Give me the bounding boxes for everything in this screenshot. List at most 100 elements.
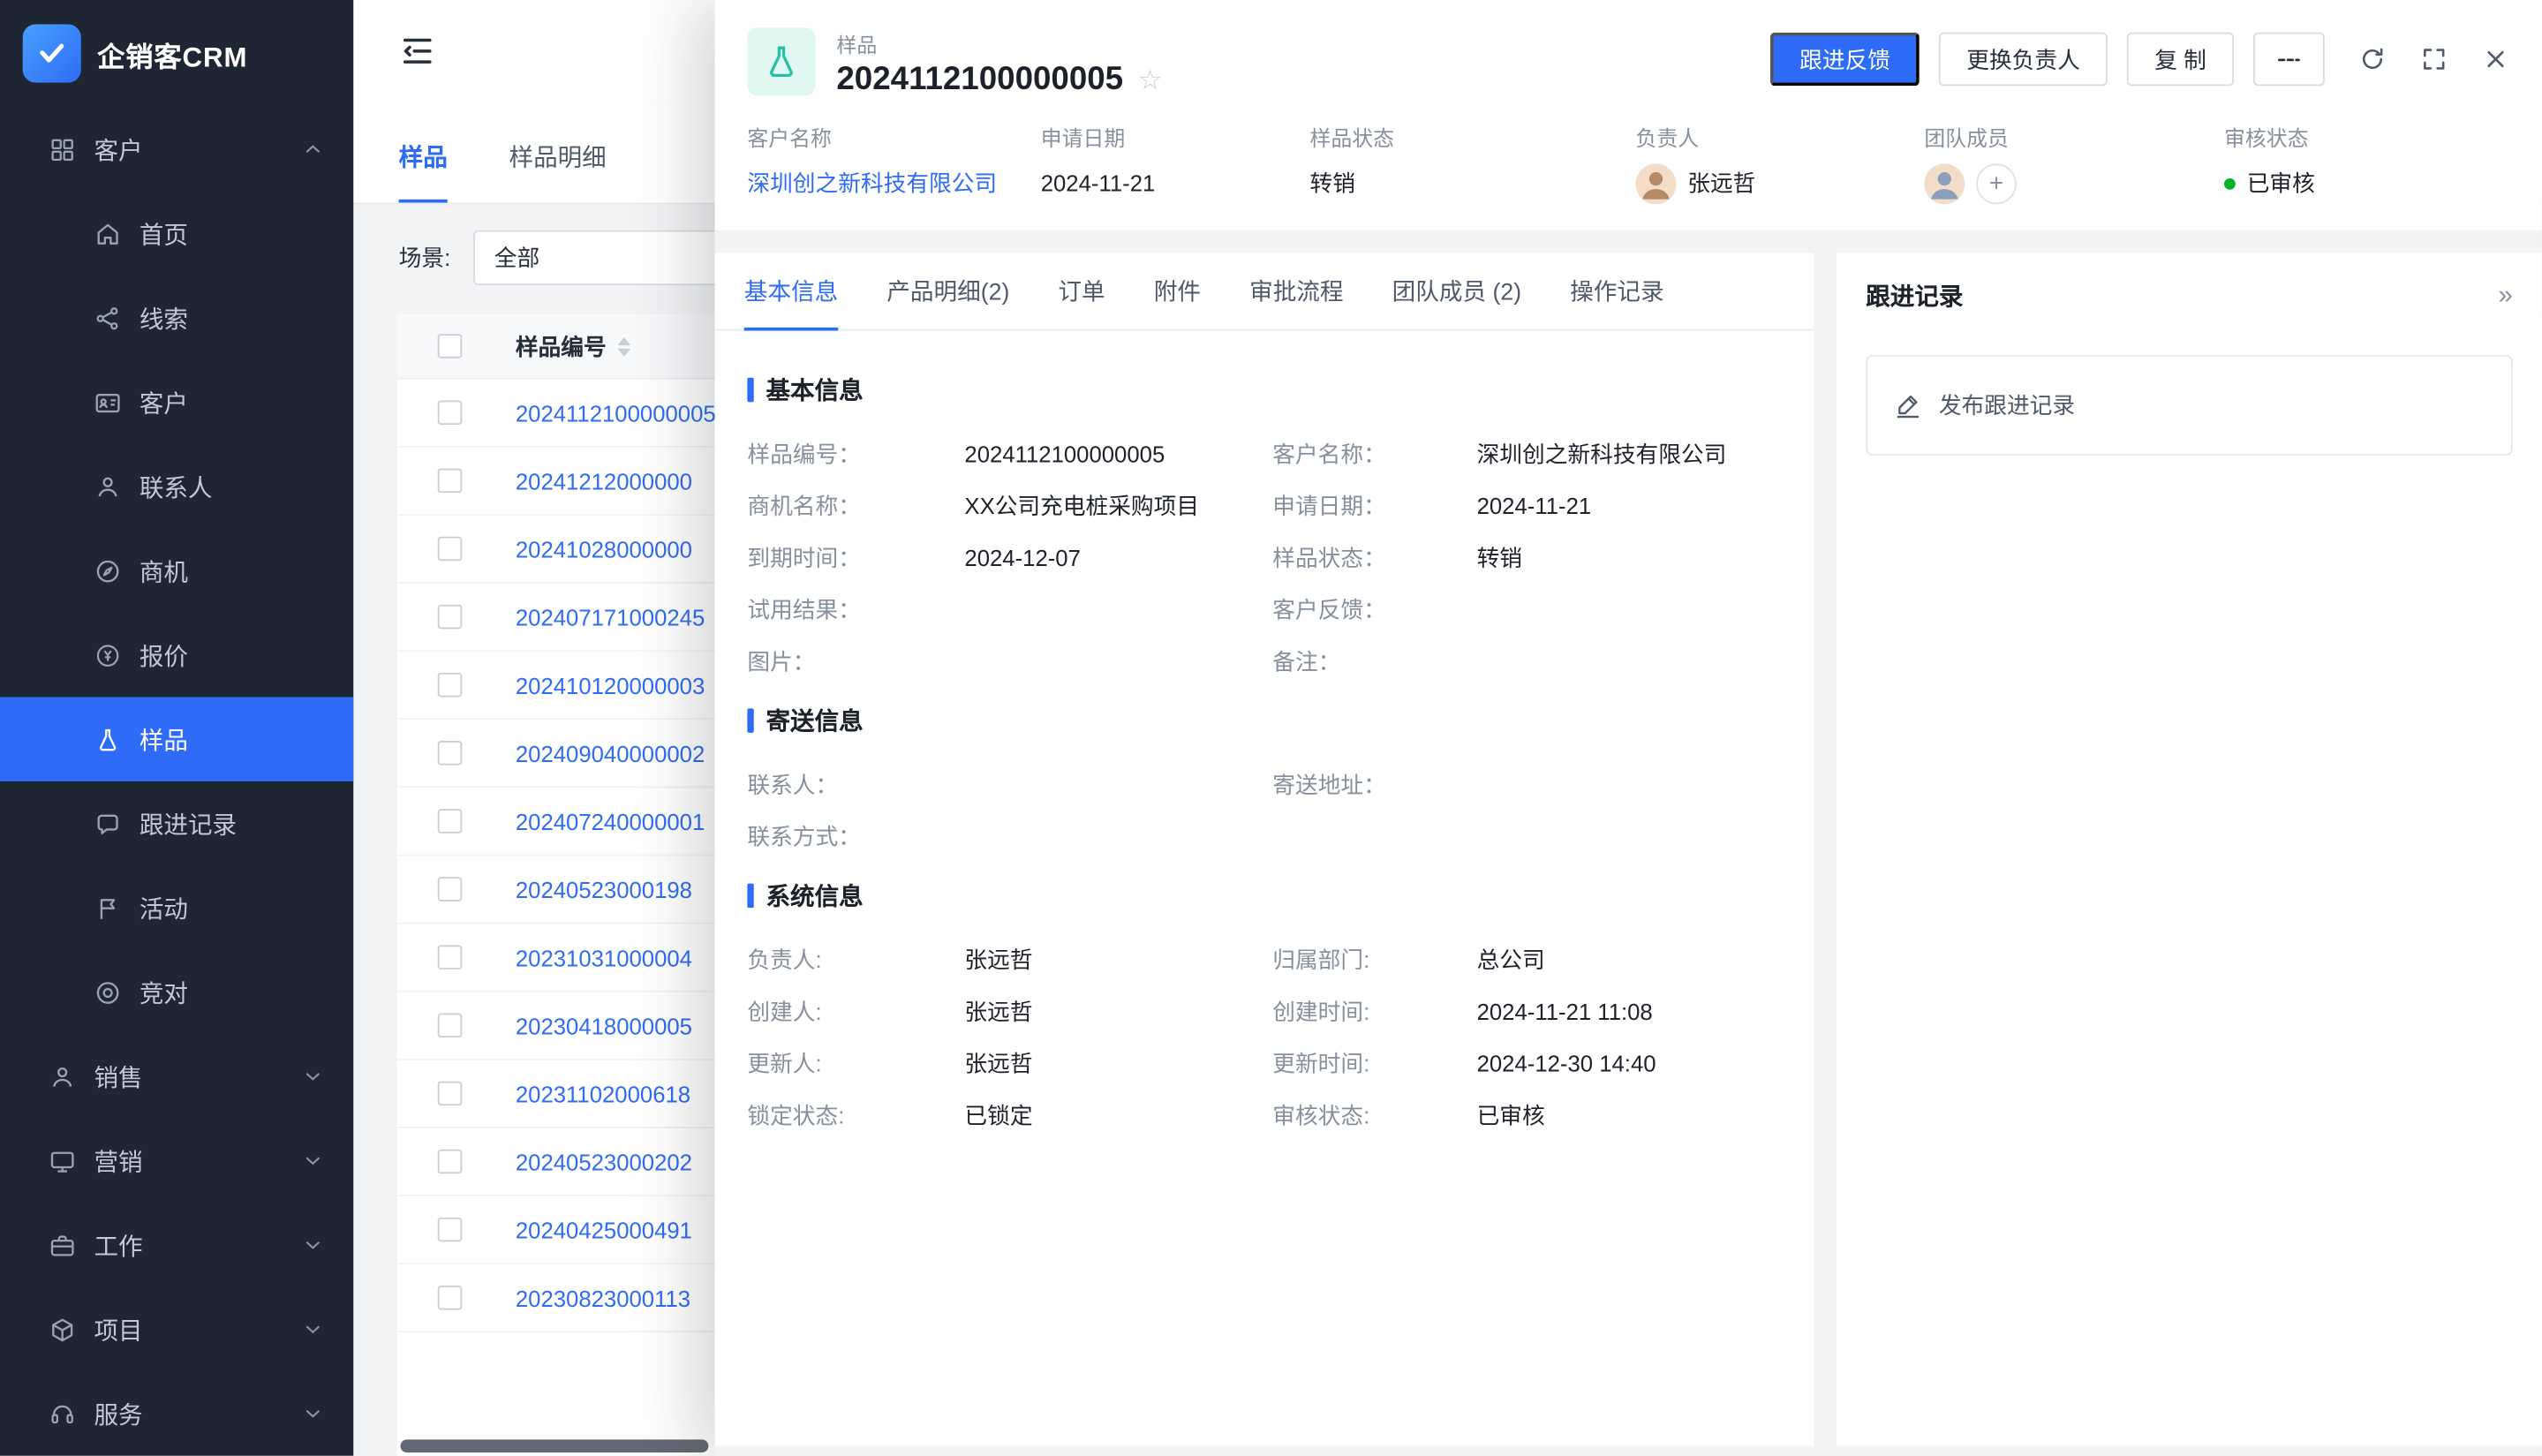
star-icon[interactable]: ☆ [1138, 66, 1163, 94]
section-label: 工作 [94, 1228, 142, 1263]
row-checkbox[interactable] [437, 1286, 462, 1310]
sidebar-item-follow-records[interactable]: 跟进记录 [0, 781, 353, 865]
tab-attachments[interactable]: 附件 [1154, 253, 1201, 328]
summary-owner: 负责人 张远哲 [1636, 122, 1925, 205]
owner-name: 张远哲 [1687, 167, 1755, 200]
checkbox-cell [397, 469, 502, 494]
publish-placeholder: 发布跟进记录 [1939, 389, 2075, 422]
drawer-body: 基本信息 产品明细(2) 订单 附件 审批流程 团队成员 (2) 操作记录 基本… [715, 253, 2542, 1455]
more-actions-button[interactable] [2253, 33, 2325, 87]
change-owner-button[interactable]: 更换负责人 [1939, 33, 2108, 87]
row-checkbox[interactable] [437, 469, 462, 494]
field-value: 张远哲 [964, 944, 1032, 977]
row-checkbox[interactable] [437, 1150, 462, 1174]
field-label: 负责人: [747, 944, 964, 977]
sidebar-section-sales[interactable]: 销售 [0, 1034, 353, 1118]
row-checkbox[interactable] [437, 809, 462, 834]
tab-team-members[interactable]: 团队成员 (2) [1392, 253, 1521, 328]
section-title: 基本信息 [766, 373, 864, 407]
field-label: 到期时间： [747, 541, 964, 574]
menu-collapse-icon[interactable] [399, 32, 436, 69]
row-checkbox[interactable] [437, 537, 462, 562]
sidebar-item-contacts[interactable]: 联系人 [0, 444, 353, 528]
section-label: 销售 [94, 1060, 142, 1094]
sidebar-item-quotes[interactable]: 报价 [0, 613, 353, 697]
row-checkbox[interactable] [437, 673, 462, 698]
field-value: 已审核 [1477, 1099, 1545, 1132]
sidebar-item-leads[interactable]: 线索 [0, 275, 353, 359]
page-title: 2024112100000005 ☆ [836, 62, 1162, 99]
tab-operation-log[interactable]: 操作记录 [1570, 253, 1663, 328]
sidebar-section-projects[interactable]: 项目 [0, 1287, 353, 1371]
item-label: 联系人 [140, 470, 213, 504]
sidebar-item-samples[interactable]: 样品 [0, 697, 353, 781]
field-label: 客户名称： [1272, 438, 1476, 471]
detail-tabs: 基本信息 产品明细(2) 订单 附件 审批流程 团队成员 (2) 操作记录 [715, 253, 1814, 330]
sidebar-section-customer[interactable]: 客户 [0, 107, 353, 191]
row-checkbox[interactable] [437, 945, 462, 969]
add-team-member-button[interactable]: + [1976, 163, 2017, 204]
tab-orders[interactable]: 订单 [1058, 253, 1105, 328]
team-member-avatar [1924, 163, 1965, 204]
close-icon[interactable] [2482, 45, 2509, 72]
sidebar-section-service[interactable]: 服务 [0, 1371, 353, 1455]
horizontal-scrollbar[interactable] [400, 1439, 708, 1452]
sidebar-section-work[interactable]: 工作 [0, 1203, 353, 1286]
summary-label: 申请日期 [1041, 122, 1310, 153]
field-label: 样品编号： [747, 438, 964, 471]
field-label: 归属部门: [1272, 944, 1476, 977]
sidebar-item-competitors[interactable]: 竞对 [0, 950, 353, 1034]
copy-button[interactable]: 复 制 [2127, 33, 2234, 87]
field-value: 2024112100000005 [964, 441, 1165, 466]
refresh-icon[interactable] [2358, 45, 2386, 72]
publish-follow-record-input[interactable]: 发布跟进记录 [1866, 355, 2513, 456]
checkbox-cell [397, 1082, 502, 1106]
field-label: 商机名称： [747, 489, 964, 522]
fullscreen-icon[interactable] [2420, 45, 2448, 72]
chevron-down-icon [301, 1233, 324, 1256]
flag-icon [94, 894, 121, 922]
row-checkbox[interactable] [437, 1014, 462, 1038]
header-checkbox-cell [397, 334, 502, 358]
opportunity-link[interactable]: XX公司充电桩采购项目 [964, 489, 1199, 522]
tab-sample-details[interactable]: 样品明细 [509, 140, 607, 203]
chevron-down-icon [301, 1065, 324, 1088]
item-label: 报价 [140, 637, 188, 672]
tab-samples[interactable]: 样品 [399, 140, 448, 203]
summary-sample-status: 样品状态 转销 [1309, 122, 1635, 205]
row-checkbox[interactable] [437, 400, 462, 425]
briefcase-icon [49, 1231, 76, 1258]
sidebar-item-customers[interactable]: 客户 [0, 360, 353, 444]
row-checkbox[interactable] [437, 877, 462, 902]
sidebar-item-opportunities[interactable]: 商机 [0, 529, 353, 613]
field-label: 联系方式： [747, 820, 964, 853]
row-checkbox[interactable] [437, 605, 462, 630]
summary-label: 负责人 [1636, 122, 1925, 153]
checkbox-cell [397, 809, 502, 834]
status-badge: 已审核 [2247, 167, 2315, 200]
follow-feedback-button[interactable]: 跟进反馈 [1770, 33, 1920, 87]
summary-label: 审核状态 [2224, 122, 2315, 153]
row-checkbox[interactable] [437, 1218, 462, 1242]
tab-basic-info[interactable]: 基本信息 [744, 253, 838, 328]
detail-content: 基本信息 样品编号：2024112100000005 客户名称：深圳创之新科技有限… [715, 331, 1814, 1446]
collapse-panel-icon[interactable]: » [2498, 282, 2512, 311]
sidebar-section-marketing[interactable]: 营销 [0, 1119, 353, 1203]
scene-select[interactable]: 全部 [473, 230, 729, 285]
sidebar-item-activities[interactable]: 活动 [0, 865, 353, 949]
customer-link[interactable]: 深圳创之新科技有限公司 [1477, 438, 1727, 471]
row-checkbox[interactable] [437, 741, 462, 766]
select-all-checkbox[interactable] [437, 334, 462, 358]
customer-link[interactable]: 深圳创之新科技有限公司 [747, 167, 997, 200]
field-label: 寄送地址： [1272, 768, 1476, 801]
app-logo-icon [23, 25, 81, 83]
row-checkbox[interactable] [437, 1082, 462, 1106]
sort-icon[interactable] [618, 336, 631, 356]
scene-select-value: 全部 [494, 242, 539, 275]
pencil-icon [1893, 390, 1922, 419]
sidebar-item-home[interactable]: 首页 [0, 192, 353, 275]
tab-approval-flow[interactable]: 审批流程 [1249, 253, 1343, 328]
section-bar [747, 708, 752, 733]
tab-product-details[interactable]: 产品明细(2) [886, 253, 1009, 328]
field-label: 备注： [1272, 645, 1476, 678]
